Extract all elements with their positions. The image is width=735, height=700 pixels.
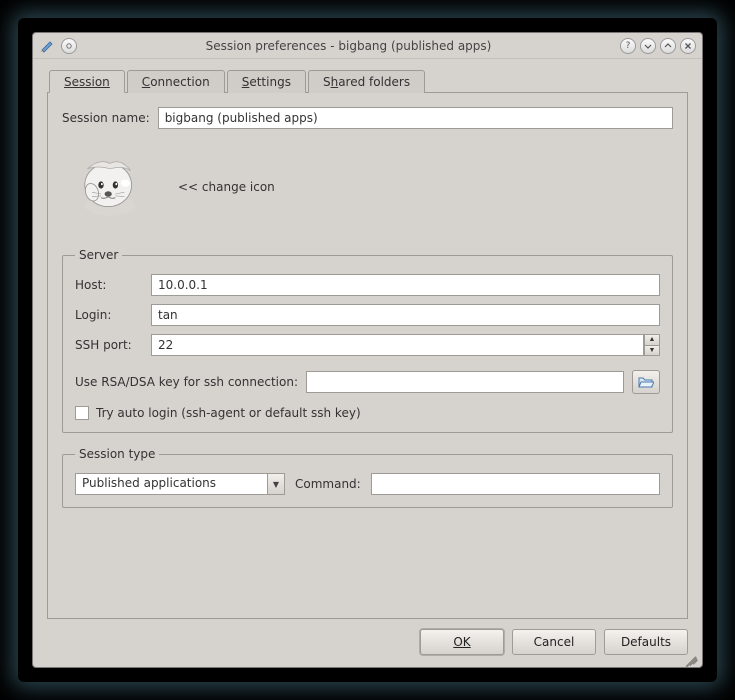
ssh-port-label: SSH port:	[75, 338, 145, 352]
rsa-key-input[interactable]	[306, 371, 624, 393]
command-label: Command:	[295, 477, 361, 491]
session-type-dropdown[interactable]: ▼	[267, 473, 285, 495]
minimize-button[interactable]	[640, 38, 656, 54]
window-title: Session preferences - bigbang (published…	[83, 39, 614, 53]
ssh-port-up[interactable]: ▲	[644, 334, 660, 345]
server-legend: Server	[75, 248, 122, 262]
session-name-input[interactable]	[158, 107, 673, 129]
titlebar: Session preferences - bigbang (published…	[33, 33, 702, 59]
session-type-value: Published applications	[75, 473, 267, 495]
login-input[interactable]	[151, 304, 660, 326]
pin-button[interactable]	[61, 38, 77, 54]
tab-connection[interactable]: Connection	[127, 70, 225, 93]
change-icon-label: << change icon	[178, 180, 275, 194]
browse-key-button[interactable]	[632, 370, 660, 394]
host-input[interactable]	[151, 274, 660, 296]
server-fieldset: Server Host: Login: SSH port: ▲ ▼	[62, 248, 673, 433]
defaults-button[interactable]: Defaults	[604, 629, 688, 655]
session-type-legend: Session type	[75, 447, 159, 461]
session-name-label: Session name:	[62, 111, 150, 125]
host-label: Host:	[75, 278, 145, 292]
ssh-port-spinbox: ▲ ▼	[151, 334, 660, 356]
help-button[interactable]: ?	[620, 38, 636, 54]
folder-open-icon	[638, 375, 654, 389]
ssh-port-input[interactable]	[151, 334, 644, 356]
command-input[interactable]	[371, 473, 660, 495]
app-icon	[39, 38, 55, 54]
session-type-combo[interactable]: Published applications ▼	[75, 473, 285, 495]
close-button[interactable]	[680, 38, 696, 54]
dialog-window: Session preferences - bigbang (published…	[32, 32, 703, 668]
tab-page-session: Session name:	[47, 93, 688, 619]
tab-bar: Session Connection Settings Shared folde…	[47, 69, 688, 93]
cancel-button[interactable]: Cancel	[512, 629, 596, 655]
session-icon[interactable]	[74, 149, 146, 224]
ssh-port-down[interactable]: ▼	[644, 345, 660, 356]
auto-login-checkbox[interactable]	[75, 406, 89, 420]
dialog-button-row: OK Cancel Defaults	[47, 629, 688, 655]
tab-shared-folders[interactable]: Shared folders	[308, 70, 425, 93]
tab-settings[interactable]: Settings	[227, 70, 306, 93]
rsa-key-label: Use RSA/DSA key for ssh connection:	[75, 375, 298, 389]
maximize-button[interactable]	[660, 38, 676, 54]
tab-session[interactable]: Session	[49, 70, 125, 93]
ok-button[interactable]: OK	[420, 629, 504, 655]
login-label: Login:	[75, 308, 145, 322]
auto-login-label: Try auto login (ssh-agent or default ssh…	[96, 406, 361, 420]
session-type-fieldset: Session type Published applications ▼ Co…	[62, 447, 673, 508]
resize-grip[interactable]	[685, 650, 699, 664]
